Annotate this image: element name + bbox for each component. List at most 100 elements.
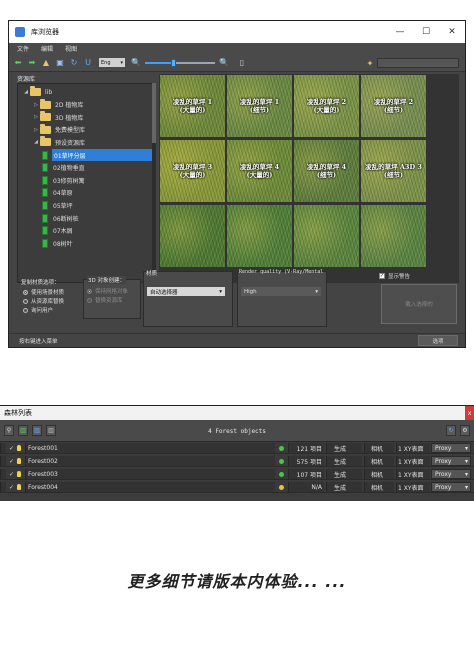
forward-arrow-icon[interactable]: ➡ (27, 58, 37, 68)
tree-item[interactable]: 07木屑 (18, 225, 154, 237)
thumbnail-tile[interactable]: 凌乱的草坪 2 (细节) (361, 75, 426, 137)
back-arrow-icon[interactable]: ⬅ (13, 58, 23, 68)
tile-caption (294, 205, 359, 267)
tree-scrollbar[interactable] (152, 83, 156, 283)
forest-row[interactable]: ✓ Forest002 575 项目 生成 相机 1 XY表面 Proxy ▾ (0, 455, 474, 467)
search-input[interactable] (377, 58, 459, 68)
thumbnail-tile[interactable]: 凌乱的草坪 1 (细节) (227, 75, 292, 137)
tree-item[interactable]: ▷ 2D 植物库 (18, 98, 154, 111)
collapsed-arrow-icon[interactable]: ▷ (32, 127, 40, 133)
menu-view[interactable]: 视图 (65, 44, 77, 53)
thumbnail-tile[interactable]: 凌乱的草坪 2 (大量的) (294, 75, 359, 137)
generate-mode: 生成 (334, 445, 347, 453)
menu-file[interactable]: 文件 (17, 44, 29, 53)
zoom-out-icon[interactable]: 🔍 (131, 58, 141, 68)
light-bulb-icon[interactable] (17, 481, 23, 493)
display-mode-select[interactable]: Proxy ▾ (431, 469, 471, 479)
tree-item[interactable]: ◢ lib (18, 86, 154, 98)
thumbnail-tile[interactable]: 凌乱的草坪 4 (大量的) (227, 140, 292, 202)
load-selected-button[interactable]: 载入选择的 (381, 284, 457, 324)
radio-icon[interactable] (23, 298, 28, 304)
tree-item[interactable]: ▷ 3D 植物库 (18, 111, 154, 123)
forest-row[interactable]: ✓ Forest004 N/A 生成 相机 1 XY表面 Proxy ▾ (0, 481, 474, 493)
material-dropdown[interactable]: 自动选择器 ▾ (147, 287, 225, 296)
light-bulb-icon[interactable] (17, 442, 23, 454)
tree-item[interactable]: 08树叶 (18, 237, 154, 249)
maximize-button[interactable]: ☐ (413, 21, 439, 43)
magnet-icon[interactable]: U (83, 58, 93, 68)
tree-scrollbar-thumb[interactable] (152, 83, 156, 143)
status-dot-icon (279, 468, 287, 480)
tree-item[interactable]: ◢ 预设资源库 (18, 136, 154, 148)
show-warning-checkbox[interactable]: ✓ (379, 273, 385, 279)
tree-item[interactable]: 03修剪树篱 (18, 174, 154, 186)
collapsed-arrow-icon[interactable]: ▷ (32, 114, 40, 120)
tree-item[interactable]: 01草坪分层 (42, 149, 152, 161)
thumbnail-tile[interactable] (361, 205, 426, 267)
radio-icon[interactable] (23, 289, 28, 295)
refresh-icon[interactable]: ↻ (446, 425, 456, 436)
tree-item[interactable]: 05草坪 (18, 199, 154, 211)
minimize-button[interactable]: — (387, 21, 413, 43)
display-mode-select[interactable]: Proxy ▾ (431, 443, 471, 453)
thumbnail-tile[interactable]: 凌乱的草坪 1 (大量的) (160, 75, 225, 137)
display-mode-select[interactable]: Proxy ▾ (431, 482, 471, 492)
forest-close-button[interactable]: x (465, 406, 474, 420)
app-icon (15, 27, 25, 37)
forest-list-window: 森林列表 x ⚲ ▥ ▥ ▥ 4 Forest objects ↻ ⚙ ✓ For… (0, 405, 474, 501)
menu-edit[interactable]: 编辑 (41, 44, 53, 53)
expanded-arrow-icon[interactable]: ◢ (32, 139, 40, 145)
thumbnail-tile[interactable] (160, 205, 225, 267)
thumbnail-tile[interactable]: 凌乱的草坪 3 (大量的) (160, 140, 225, 202)
options-button[interactable]: 选项 (418, 335, 458, 346)
format-select[interactable]: Eng ▾ (99, 58, 125, 67)
slider-thumb[interactable] (171, 58, 176, 67)
tree-item-label: 08树叶 (53, 240, 73, 248)
visibility-check-icon[interactable]: ✓ (9, 481, 15, 493)
thumbnail-tile[interactable]: 凌乱的草坪 4 (细节) (294, 140, 359, 202)
item-count: 121 项目 (296, 445, 322, 453)
close-button[interactable]: ✕ (439, 21, 465, 43)
folder-icon (40, 136, 51, 147)
show-warning-toggle[interactable]: ✓ 显示警告 (379, 272, 410, 280)
forest-row[interactable]: ✓ Forest001 121 项目 生成 相机 1 XY表面 Proxy ▾ (0, 442, 474, 454)
render-quality-box (237, 271, 327, 327)
save-icon[interactable]: ▣ (55, 58, 65, 68)
up-folder-icon[interactable]: ▲ (41, 58, 51, 68)
tree-item[interactable]: 06断树桩 (18, 212, 154, 224)
radio-option[interactable]: 从资源库替换 (23, 297, 64, 305)
thumbnail-tile[interactable] (227, 205, 292, 267)
light-bulb-icon[interactable] (17, 455, 23, 467)
visibility-check-icon[interactable]: ✓ (9, 442, 15, 454)
tree-item[interactable]: 04草原 (18, 187, 154, 199)
status-dot-icon (279, 442, 287, 454)
radio-icon[interactable] (23, 307, 28, 313)
search-icon[interactable]: ✦ (365, 58, 375, 68)
folder-icon (40, 123, 51, 134)
refresh-icon[interactable]: ↻ (69, 58, 79, 68)
visibility-check-icon[interactable]: ✓ (9, 455, 15, 467)
tile-subtitle: (大量的) (179, 106, 206, 114)
thumbnail-tile[interactable]: 凌乱的草坪 A3D 3 (细节) (361, 140, 426, 202)
thumbnail-tile[interactable] (294, 205, 359, 267)
status-dot (279, 471, 284, 477)
book-icon (42, 213, 48, 223)
tree-item[interactable]: ▷ 免费模型库 (18, 123, 154, 136)
document-icon[interactable]: ▯ (237, 58, 247, 68)
thumbnail-size-slider[interactable] (145, 58, 215, 68)
radio-option[interactable]: 询问用户 (23, 306, 53, 314)
status-bar: 按右键进入菜单 选项 (9, 333, 465, 347)
forest-row[interactable]: ✓ Forest003 107 项目 生成 相机 1 XY表面 Proxy ▾ (0, 468, 474, 480)
zoom-in-icon[interactable]: 🔍 (219, 58, 229, 68)
collapsed-arrow-icon[interactable]: ▷ (32, 102, 40, 108)
tree-item-label: 04草原 (53, 190, 73, 198)
visibility-check-icon[interactable]: ✓ (9, 468, 15, 480)
expanded-arrow-icon[interactable]: ◢ (22, 89, 30, 95)
light-bulb-icon[interactable] (17, 468, 23, 480)
settings-icon[interactable]: ⚙ (460, 425, 470, 436)
display-mode-select[interactable]: Proxy ▾ (431, 456, 471, 466)
tree-item[interactable]: 02植物垂直 (18, 162, 154, 174)
radio-option[interactable]: 使用场景材质 (23, 288, 64, 296)
render-quality-dropdown[interactable]: High ▾ (241, 287, 321, 296)
book-icon (42, 238, 48, 248)
